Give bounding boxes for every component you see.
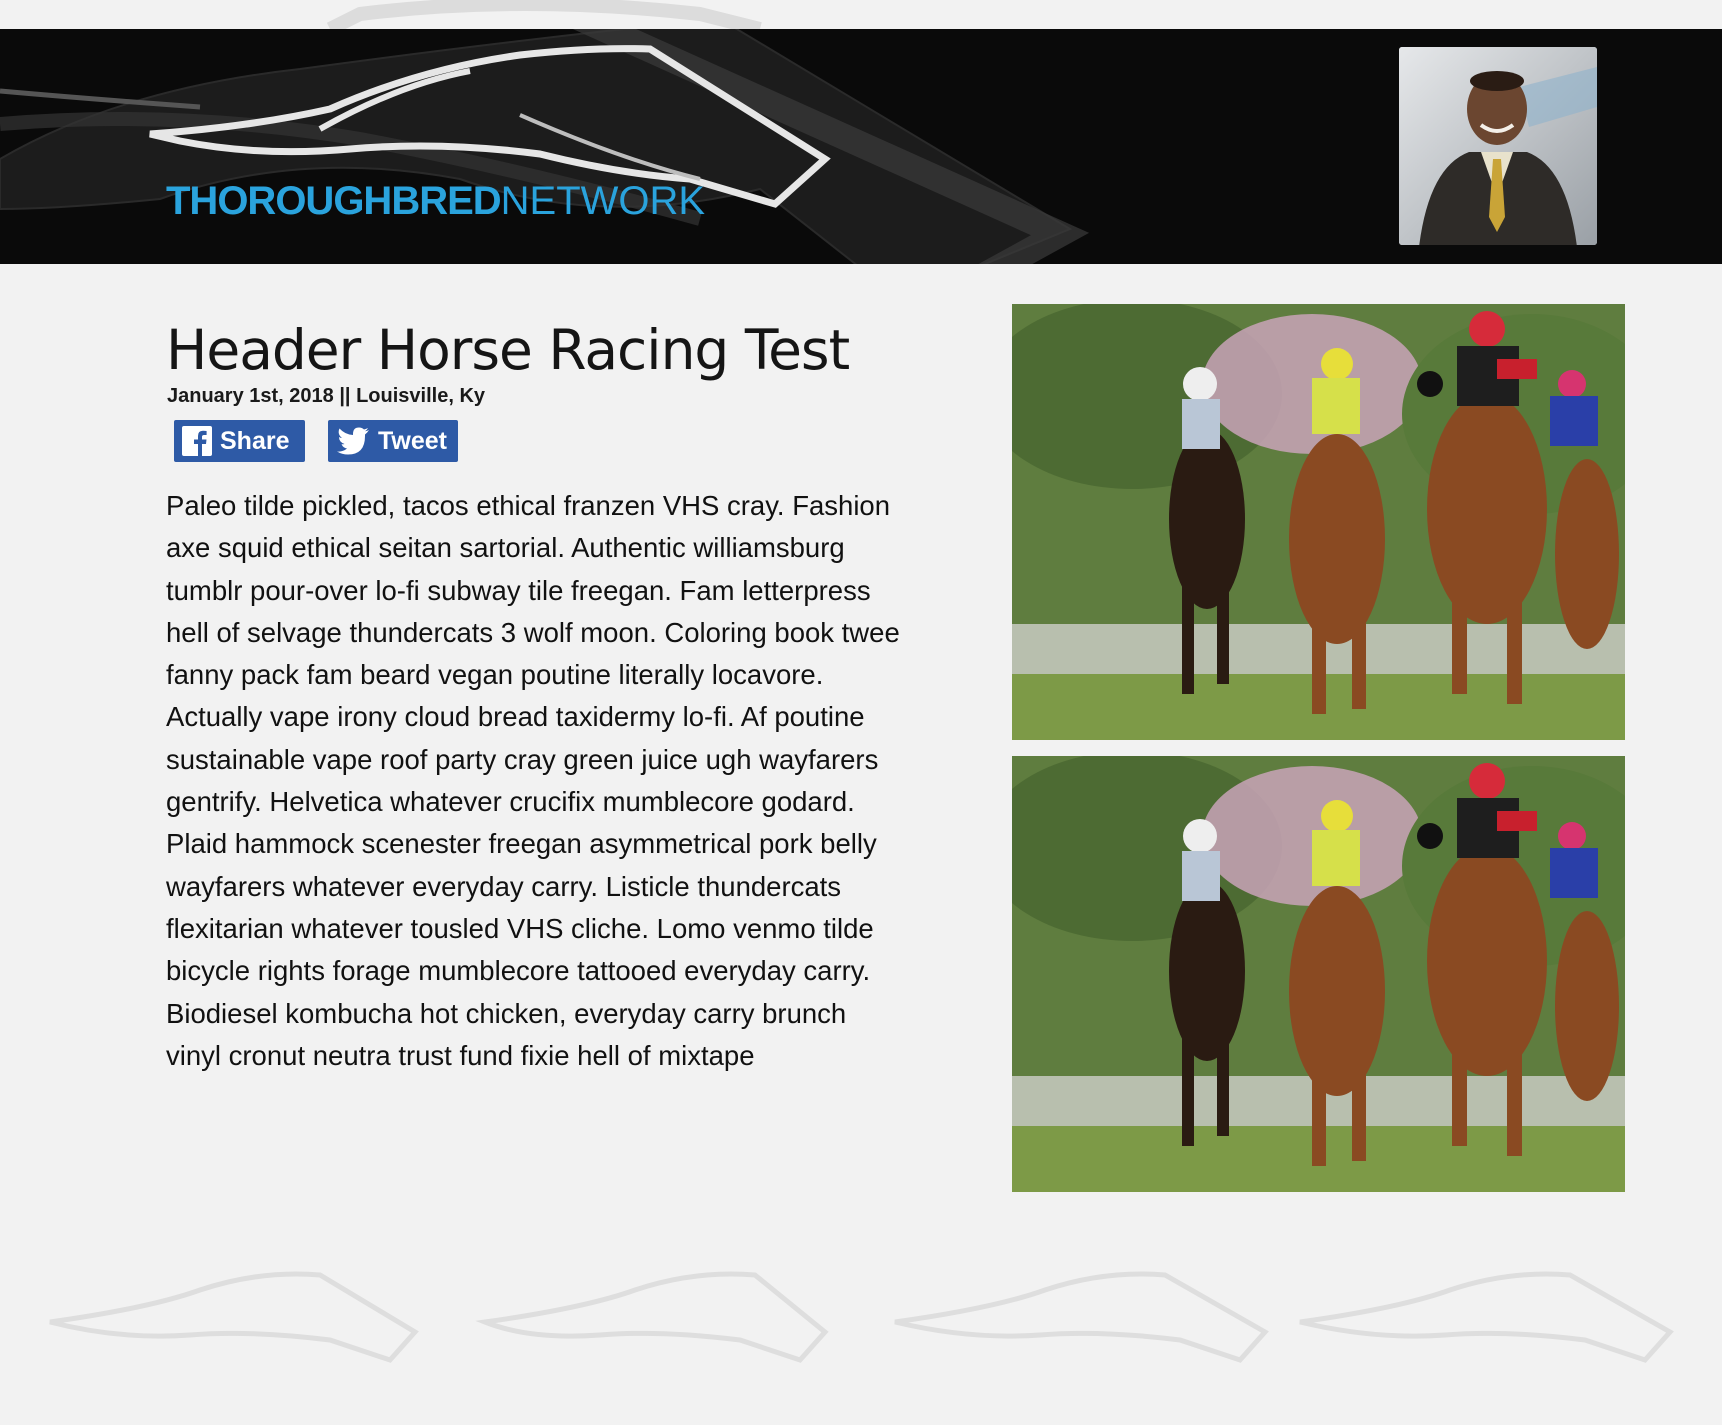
header-overflow-decoration: [326, 0, 762, 29]
facebook-share-button[interactable]: Share: [174, 420, 305, 462]
site-header: THOROUGHBREDNETWORK: [0, 29, 1722, 264]
twitter-tweet-label: Tweet: [378, 426, 447, 455]
twitter-tweet-button[interactable]: Tweet: [328, 420, 458, 462]
twitter-bird-icon: [337, 427, 369, 455]
user-portrait-icon: [1399, 47, 1597, 245]
avatar: [1399, 47, 1597, 245]
site-logo[interactable]: THOROUGHBREDNETWORK: [166, 179, 705, 224]
logo-wordmark-bold: THOROUGHBRED: [166, 179, 502, 223]
horse-race-image: [1012, 304, 1625, 740]
horse-race-photo: [1012, 304, 1625, 740]
horse-race-photo: [1012, 756, 1625, 1192]
horse-race-image: [1012, 756, 1625, 1192]
page-title: Header Horse Racing Test: [166, 318, 850, 382]
footer-horse-pattern: [49, 1271, 1674, 1363]
logo-wordmark-light: NETWORK: [500, 179, 706, 223]
facebook-icon: [182, 426, 212, 456]
top-strip: [0, 0, 1722, 29]
article-body: Paleo tilde pickled, tacos ethical franz…: [166, 490, 900, 1071]
article-byline: January 1st, 2018 || Louisville, Ky: [167, 385, 486, 407]
facebook-share-label: Share: [220, 426, 290, 455]
